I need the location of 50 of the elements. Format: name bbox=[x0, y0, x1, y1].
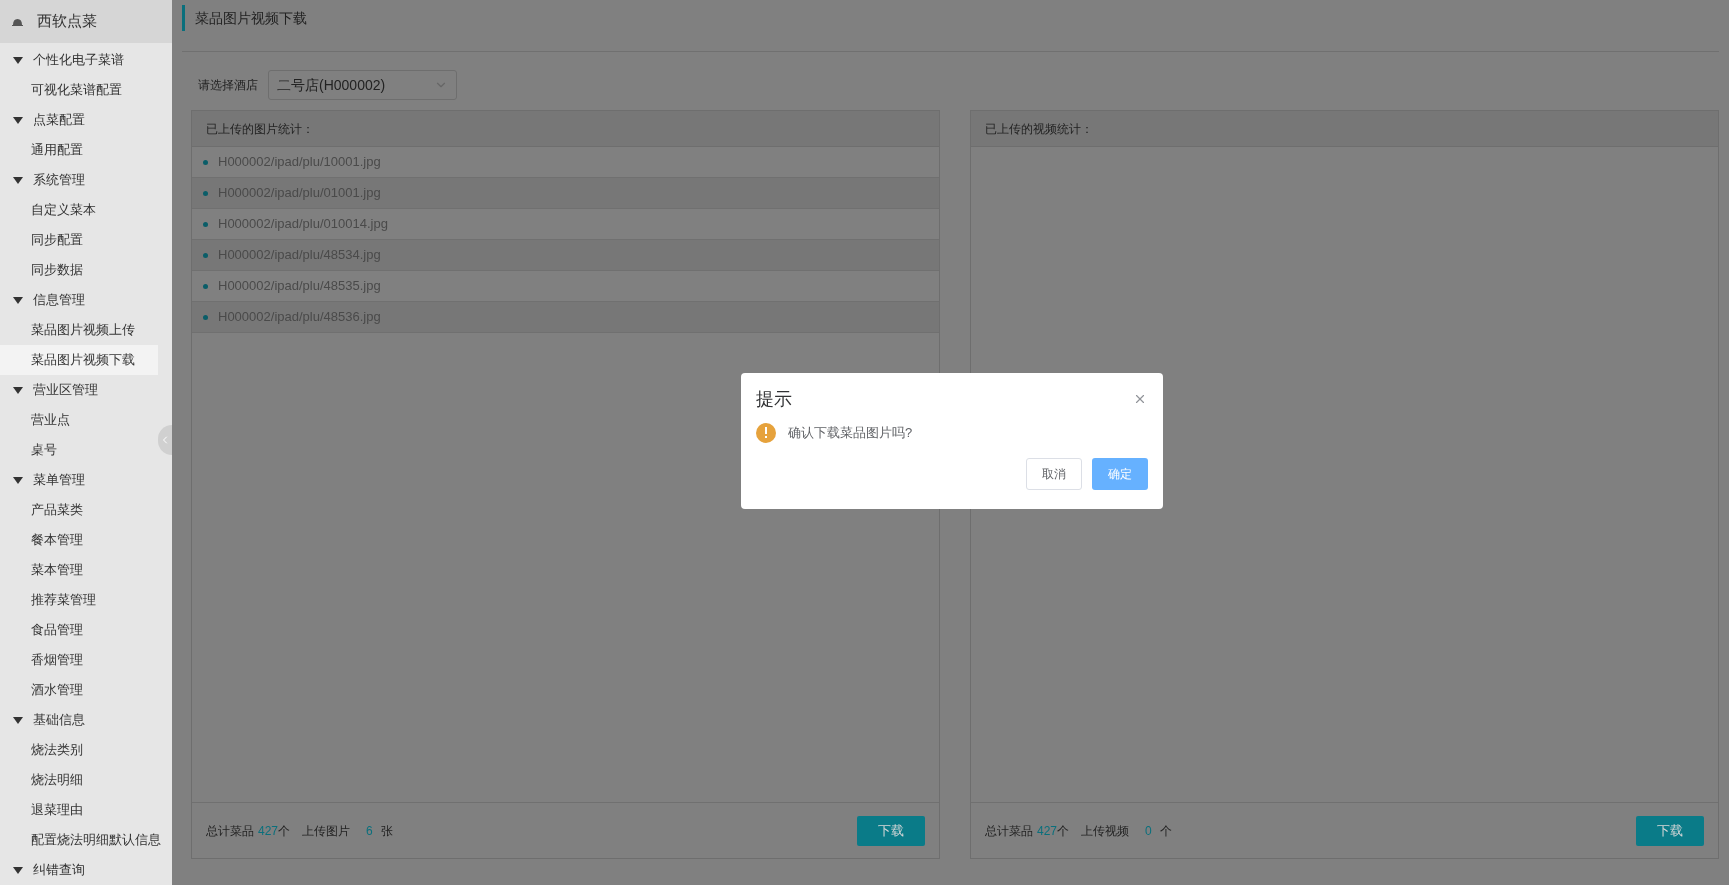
footer-count: 427 bbox=[1037, 822, 1058, 840]
sidebar-group[interactable]: 信息管理 bbox=[0, 285, 158, 315]
sidebar-item[interactable]: 桌号 bbox=[0, 435, 158, 465]
sidebar-item[interactable]: 餐本管理 bbox=[0, 525, 158, 555]
page-title: 菜品图片视频下载 bbox=[182, 5, 307, 31]
sidebar-item[interactable]: 食品管理 bbox=[0, 615, 158, 645]
footer-label: 上传图片 bbox=[302, 822, 351, 840]
sidebar-group[interactable]: 营业区管理 bbox=[0, 375, 158, 405]
download-button[interactable]: 下载 bbox=[857, 815, 925, 846]
footer-unit: 个 bbox=[278, 822, 291, 840]
sidebar-item[interactable]: 烧法明细 bbox=[0, 765, 158, 795]
sidebar-item[interactable]: 烧法类别 bbox=[0, 735, 158, 765]
sidebar-item[interactable]: 产品菜类 bbox=[0, 495, 158, 525]
sidebar-item[interactable]: 可视化菜谱配置 bbox=[0, 75, 158, 105]
footer-unit: 张 bbox=[380, 822, 393, 840]
sidebar-group[interactable]: 个性化电子菜谱 bbox=[0, 45, 158, 75]
sidebar-item[interactable]: 自定义菜本 bbox=[0, 195, 158, 225]
panel-header: 已上传的视频统计： bbox=[971, 111, 1718, 147]
sidebar-item[interactable]: 菜本管理 bbox=[0, 555, 158, 585]
cancel-button[interactable]: 取消 bbox=[1026, 458, 1082, 490]
sidebar-item[interactable]: 香烟管理 bbox=[0, 645, 158, 675]
sidebar-item[interactable]: 同步配置 bbox=[0, 225, 158, 255]
footer-unit: 个 bbox=[1159, 822, 1172, 840]
footer-label: 总计菜品 bbox=[206, 822, 254, 840]
app-title: 西软点菜 bbox=[37, 11, 97, 32]
sidebar-item[interactable]: 营业点 bbox=[0, 405, 158, 435]
sidebar-item[interactable]: 推荐菜管理 bbox=[0, 585, 158, 615]
dialog-message: 确认下载菜品图片吗? bbox=[788, 424, 913, 443]
footer-label: 上传视频 bbox=[1081, 822, 1130, 840]
sidebar-item[interactable]: 退菜理由 bbox=[0, 795, 158, 825]
panel-header: 已上传的图片统计： bbox=[192, 111, 939, 147]
sidebar-group[interactable]: 菜单管理 bbox=[0, 465, 158, 495]
footer-label: 总计菜品 bbox=[985, 822, 1033, 840]
footer-count: 0 bbox=[1145, 822, 1152, 840]
sidebar-group[interactable]: 纠错查询 bbox=[0, 855, 158, 885]
sidebar-item[interactable]: 通用配置 bbox=[0, 135, 158, 165]
sidebar-item[interactable]: 酒水管理 bbox=[0, 675, 158, 705]
sidebar-group[interactable]: 点菜配置 bbox=[0, 105, 158, 135]
sidebar-item[interactable]: 菜品图片视频上传 bbox=[0, 315, 158, 345]
download-button[interactable]: 下载 bbox=[1636, 815, 1704, 846]
sidebar-item[interactable]: 菜品图片视频下载 bbox=[0, 345, 158, 375]
hotel-select[interactable]: 二号店(H000002) bbox=[268, 70, 457, 100]
footer-count: 6 bbox=[366, 822, 373, 840]
dialog-title: 提示 bbox=[756, 387, 792, 411]
sidebar-group[interactable]: 系统管理 bbox=[0, 165, 158, 195]
footer-count: 427 bbox=[258, 822, 279, 840]
sidebar-group[interactable]: 基础信息 bbox=[0, 705, 158, 735]
sidebar-item[interactable]: 同步数据 bbox=[0, 255, 158, 285]
footer-unit: 个 bbox=[1057, 822, 1070, 840]
field-label: 请选择酒店 bbox=[198, 77, 258, 94]
